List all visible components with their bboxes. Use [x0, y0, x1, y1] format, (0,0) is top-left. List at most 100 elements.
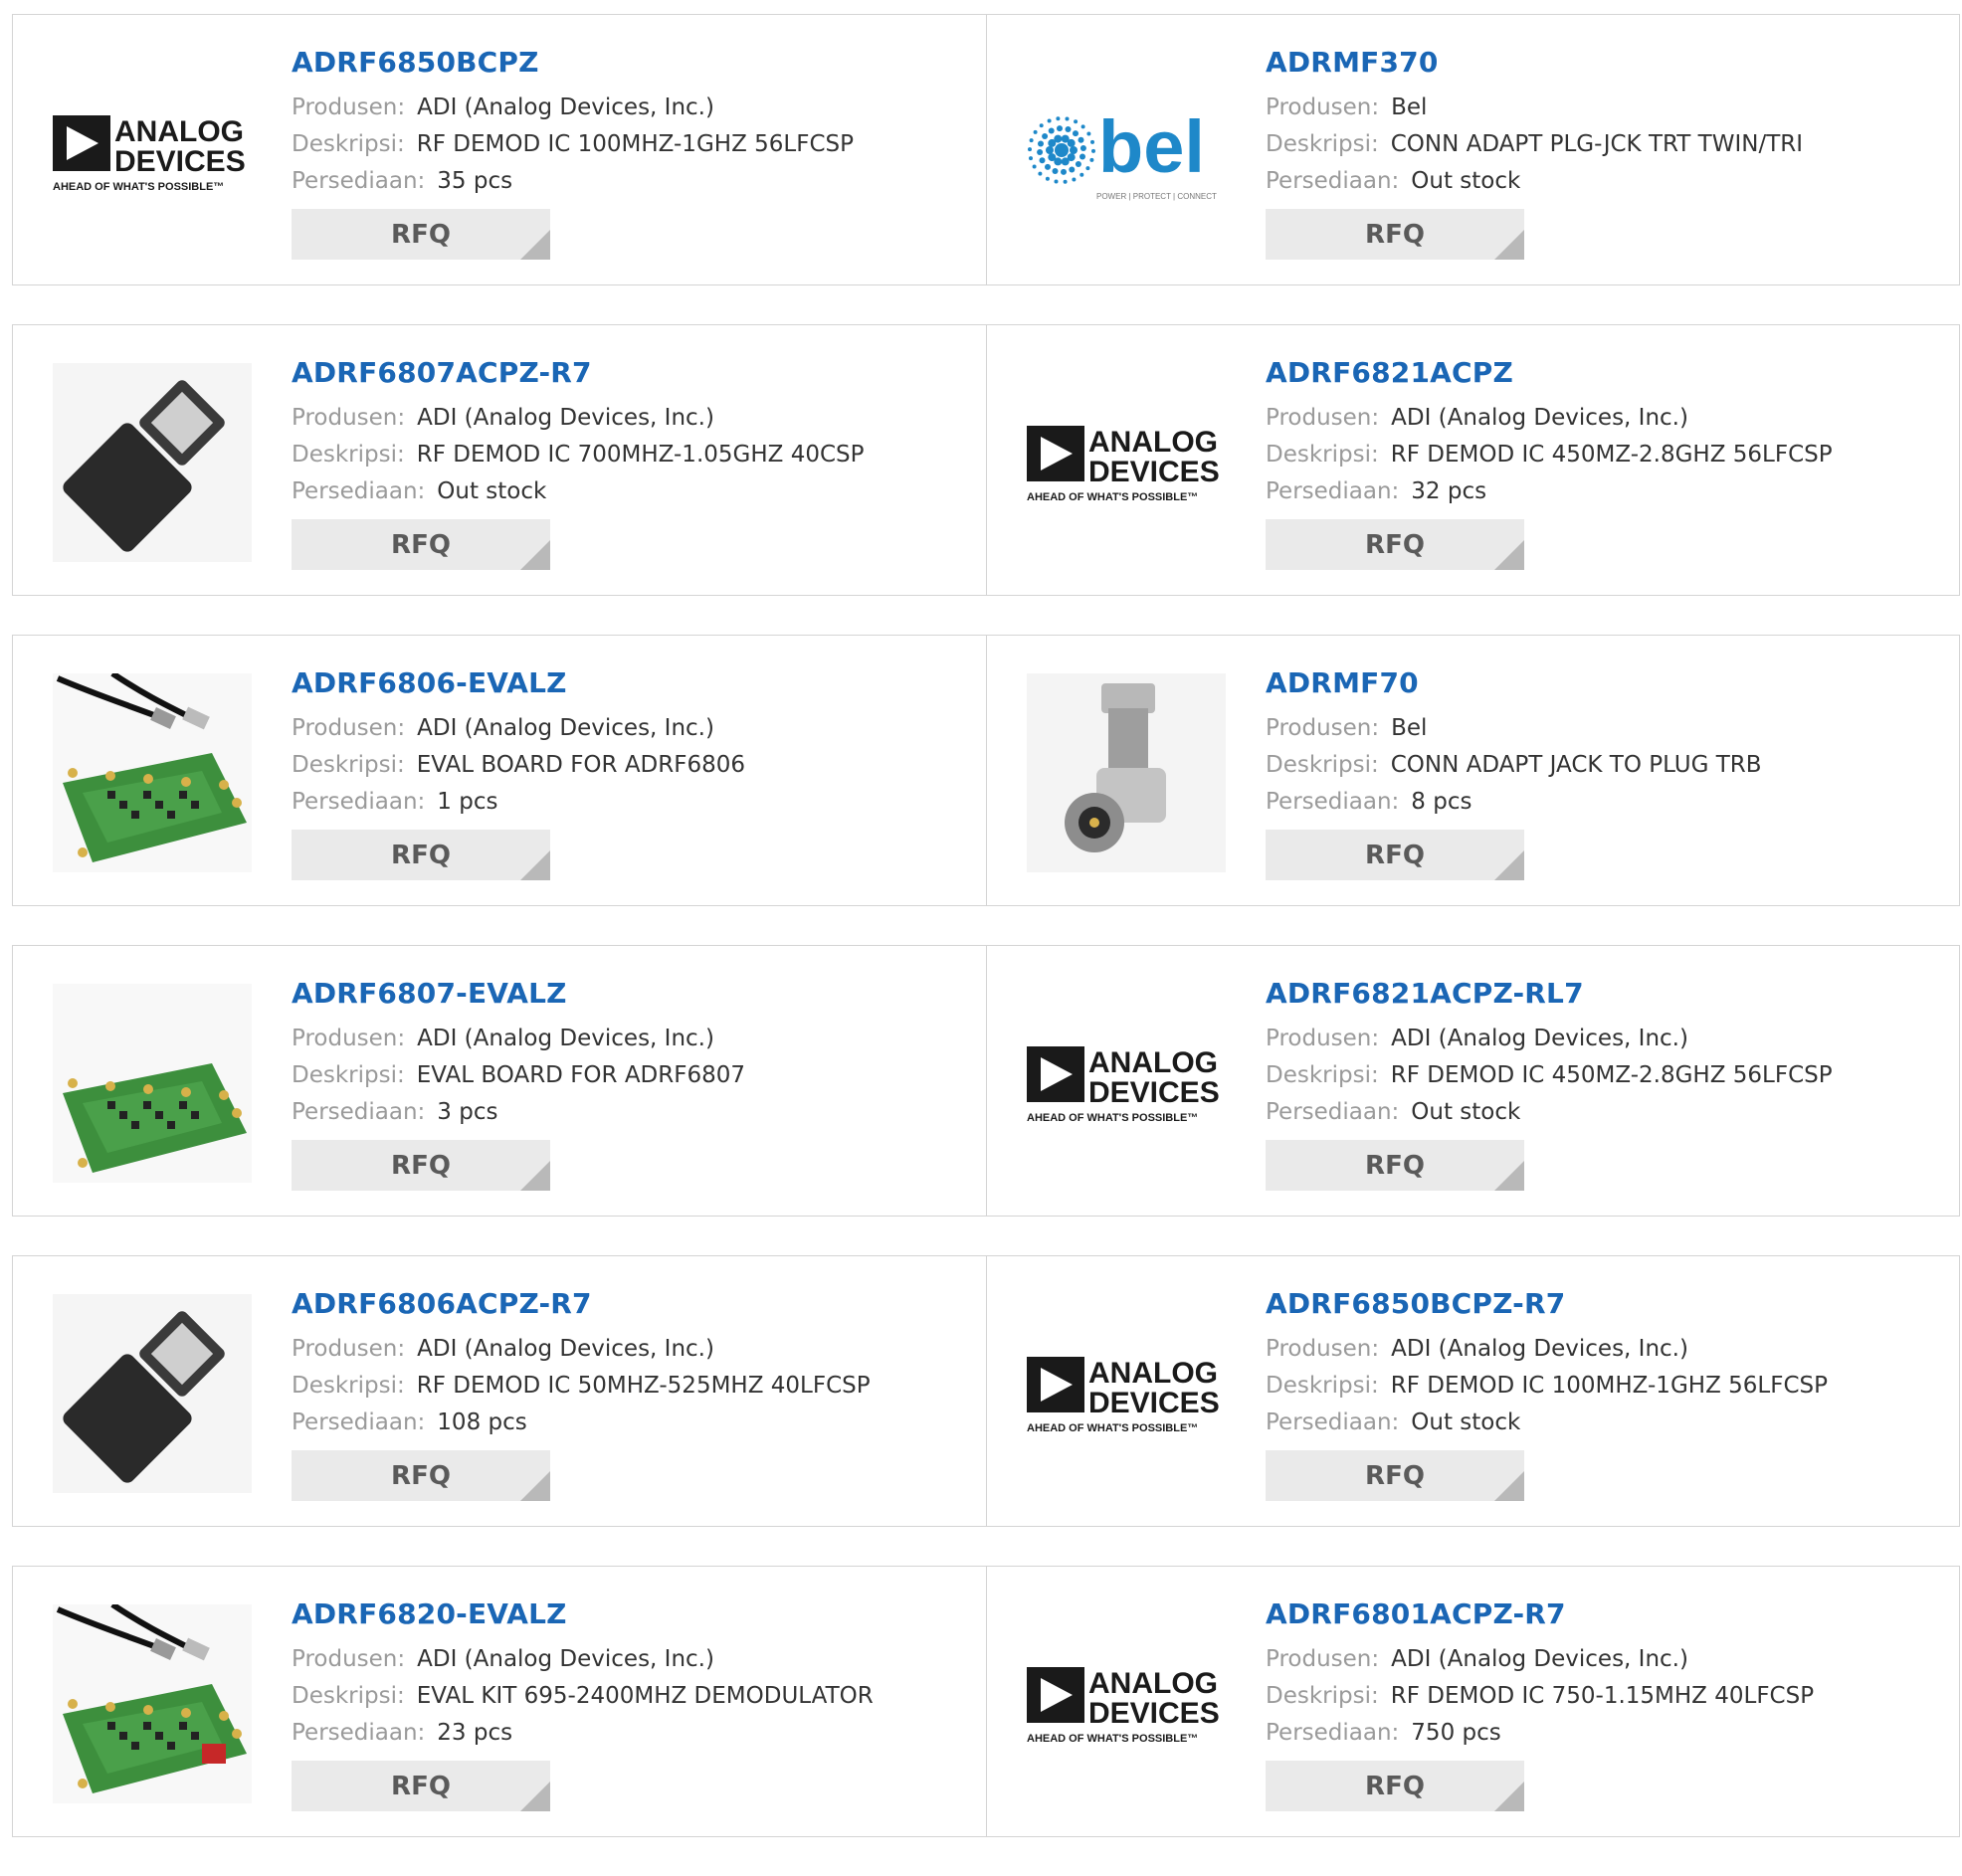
- part-number-link[interactable]: ADRMF370: [1266, 46, 1949, 80]
- description-value: RF DEMOD IC 750-1.15MHZ 40LFCSP: [1390, 1683, 1815, 1709]
- stock-row: Persediaan: 1 pcs: [292, 784, 976, 821]
- manufacturer-row: Produsen: ADI (Analog Devices, Inc.): [1266, 1641, 1949, 1678]
- stock-row: Persediaan: 32 pcs: [1266, 473, 1949, 510]
- svg-text:DEVICES: DEVICES: [1088, 1387, 1220, 1419]
- description-value: RF DEMOD IC 50MHZ-525MHZ 40LFCSP: [416, 1373, 871, 1399]
- stock-value: Out stock: [437, 478, 547, 504]
- stock-label: Persediaan:: [292, 1099, 426, 1125]
- manufacturer-label: Produsen:: [1266, 1646, 1380, 1672]
- analog-devices-logo[interactable]: ANALOG DEVICES AHEAD OF WHAT'S POSSIBLE™: [1027, 1604, 1226, 1803]
- description-value: RF DEMOD IC 700MHZ-1.05GHZ 40CSP: [416, 442, 865, 468]
- rfq-button[interactable]: RFQ: [292, 519, 550, 570]
- corner-triangle-icon: [1494, 230, 1524, 260]
- product-row: ADRF6820-EVALZ Produsen: ADI (Analog Devic…: [12, 1566, 1960, 1837]
- part-number-link[interactable]: ADRF6820-EVALZ: [292, 1597, 976, 1631]
- rfq-label: RFQ: [1365, 1460, 1425, 1491]
- stock-row: Persediaan: 3 pcs: [292, 1094, 976, 1131]
- eval-board-cable[interactable]: [53, 673, 252, 872]
- stock-label: Persediaan:: [1266, 1720, 1400, 1746]
- analog-devices-logo[interactable]: ANALOG DEVICES AHEAD OF WHAT'S POSSIBLE™: [1027, 984, 1226, 1183]
- description-label: Deskripsi:: [1266, 1062, 1379, 1088]
- description-label: Deskripsi:: [292, 752, 405, 778]
- rfq-label: RFQ: [1365, 1150, 1425, 1181]
- part-number-link[interactable]: ADRF6806ACPZ-R7: [292, 1287, 976, 1321]
- manufacturer-row: Produsen: ADI (Analog Devices, Inc.): [1266, 400, 1949, 437]
- stock-value: Out stock: [1411, 1099, 1521, 1125]
- stock-label: Persediaan:: [292, 1720, 426, 1746]
- part-number-link[interactable]: ADRF6807ACPZ-R7: [292, 356, 976, 390]
- product-info: ADRF6806-EVALZ Produsen: ADI (Analog Devic…: [292, 666, 976, 880]
- manufacturer-value: ADI (Analog Devices, Inc.): [417, 1646, 714, 1672]
- product-info: ADRF6850BCPZ Produsen: ADI (Analog Devices…: [292, 46, 976, 260]
- svg-text:DEVICES: DEVICES: [114, 145, 246, 178]
- product-info: ADRMF370 Produsen: Bel Deskripsi: CONN ADAPT…: [1266, 46, 1949, 260]
- part-number-link[interactable]: ADRF6806-EVALZ: [292, 666, 976, 700]
- manufacturer-label: Produsen:: [1266, 715, 1380, 741]
- part-number-link[interactable]: ADRF6821ACPZ: [1266, 356, 1949, 390]
- rfq-button[interactable]: RFQ: [292, 1140, 550, 1191]
- svg-text:ANALOG: ANALOG: [1088, 426, 1218, 459]
- manufacturer-value: ADI (Analog Devices, Inc.): [1391, 405, 1688, 431]
- chip-package[interactable]: [53, 1294, 252, 1493]
- rfq-button[interactable]: RFQ: [1266, 1761, 1524, 1811]
- svg-text:POWER | PROTECT | CONNECT: POWER | PROTECT | CONNECT: [1096, 192, 1217, 201]
- rfq-button[interactable]: RFQ: [1266, 830, 1524, 880]
- description-value: EVAL BOARD FOR ADRF6806: [416, 752, 746, 778]
- rfq-button[interactable]: RFQ: [292, 1450, 550, 1501]
- part-number-link[interactable]: ADRMF70: [1266, 666, 1949, 700]
- svg-text:AHEAD OF WHAT'S POSSIBLE™: AHEAD OF WHAT'S POSSIBLE™: [1027, 491, 1198, 503]
- analog-devices-logo[interactable]: ANALOG DEVICES AHEAD OF WHAT'S POSSIBLE™: [1027, 363, 1226, 562]
- part-number-link[interactable]: ADRF6821ACPZ-RL7: [1266, 977, 1949, 1011]
- manufacturer-row: Produsen: ADI (Analog Devices, Inc.): [292, 710, 976, 747]
- rfq-button[interactable]: RFQ: [292, 209, 550, 260]
- product-info: ADRF6807-EVALZ Produsen: ADI (Analog Devic…: [292, 977, 976, 1191]
- svg-text:ANALOG: ANALOG: [1088, 1357, 1218, 1390]
- manufacturer-value: ADI (Analog Devices, Inc.): [1391, 1026, 1688, 1051]
- stock-value: 3 pcs: [437, 1099, 498, 1125]
- chip-package[interactable]: [53, 363, 252, 562]
- stock-label: Persediaan:: [292, 789, 426, 815]
- part-number-link[interactable]: ADRF6850BCPZ-R7: [1266, 1287, 1949, 1321]
- product-card: ANALOG DEVICES AHEAD OF WHAT'S POSSIBLE™ AD…: [986, 1567, 1959, 1836]
- description-row: Deskripsi: EVAL KIT 695-2400MHZ DEMODULAT…: [292, 1678, 976, 1715]
- product-card: ADRF6806ACPZ-R7 Produsen: ADI (Analog Devi…: [13, 1256, 986, 1526]
- part-number-link[interactable]: ADRF6807-EVALZ: [292, 977, 976, 1011]
- eval-board[interactable]: [53, 984, 252, 1183]
- description-label: Deskripsi:: [1266, 1683, 1379, 1709]
- manufacturer-label: Produsen:: [292, 1336, 406, 1362]
- description-label: Deskripsi:: [292, 442, 405, 468]
- svg-text:AHEAD OF WHAT'S POSSIBLE™: AHEAD OF WHAT'S POSSIBLE™: [53, 181, 224, 193]
- description-row: Deskripsi: EVAL BOARD FOR ADRF6806: [292, 747, 976, 784]
- rfq-button[interactable]: RFQ: [1266, 209, 1524, 260]
- bel-logo[interactable]: bel POWER | PROTECT | CONNECT: [1027, 53, 1226, 252]
- rfq-button[interactable]: RFQ: [1266, 1450, 1524, 1501]
- manufacturer-value: ADI (Analog Devices, Inc.): [1391, 1336, 1688, 1362]
- rfq-button[interactable]: RFQ: [292, 1761, 550, 1811]
- part-number-link[interactable]: ADRF6850BCPZ: [292, 46, 976, 80]
- product-card: ANALOG DEVICES AHEAD OF WHAT'S POSSIBLE™ AD…: [986, 1256, 1959, 1526]
- manufacturer-row: Produsen: ADI (Analog Devices, Inc.): [1266, 1021, 1949, 1057]
- stock-row: Persediaan: 35 pcs: [292, 163, 976, 200]
- manufacturer-value: ADI (Analog Devices, Inc.): [417, 405, 714, 431]
- rfq-button[interactable]: RFQ: [1266, 519, 1524, 570]
- stock-value: 35 pcs: [437, 168, 513, 194]
- svg-text:AHEAD OF WHAT'S POSSIBLE™: AHEAD OF WHAT'S POSSIBLE™: [1027, 1112, 1198, 1124]
- product-row: ANALOG DEVICES AHEAD OF WHAT'S POSSIBLE™ AD…: [12, 14, 1960, 285]
- stock-value: Out stock: [1411, 168, 1521, 194]
- rf-adapter[interactable]: [1027, 673, 1226, 872]
- rfq-button[interactable]: RFQ: [292, 830, 550, 880]
- product-card: ANALOG DEVICES AHEAD OF WHAT'S POSSIBLE™ AD…: [986, 325, 1959, 595]
- eval-kit-cable[interactable]: [53, 1604, 252, 1803]
- description-value: RF DEMOD IC 100MHZ-1GHZ 56LFCSP: [416, 131, 854, 157]
- manufacturer-value: Bel: [1391, 94, 1428, 120]
- stock-value: 108 pcs: [437, 1409, 527, 1435]
- part-number-link[interactable]: ADRF6801ACPZ-R7: [1266, 1597, 1949, 1631]
- manufacturer-label: Produsen:: [292, 1646, 406, 1672]
- rfq-button[interactable]: RFQ: [1266, 1140, 1524, 1191]
- analog-devices-logo[interactable]: ANALOG DEVICES AHEAD OF WHAT'S POSSIBLE™: [1027, 1294, 1226, 1493]
- description-value: CONN ADAPT JACK TO PLUG TRB: [1390, 752, 1762, 778]
- manufacturer-row: Produsen: ADI (Analog Devices, Inc.): [292, 1021, 976, 1057]
- analog-devices-logo[interactable]: ANALOG DEVICES AHEAD OF WHAT'S POSSIBLE™: [53, 53, 252, 252]
- manufacturer-label: Produsen:: [292, 1026, 406, 1051]
- manufacturer-row: Produsen: Bel: [1266, 710, 1949, 747]
